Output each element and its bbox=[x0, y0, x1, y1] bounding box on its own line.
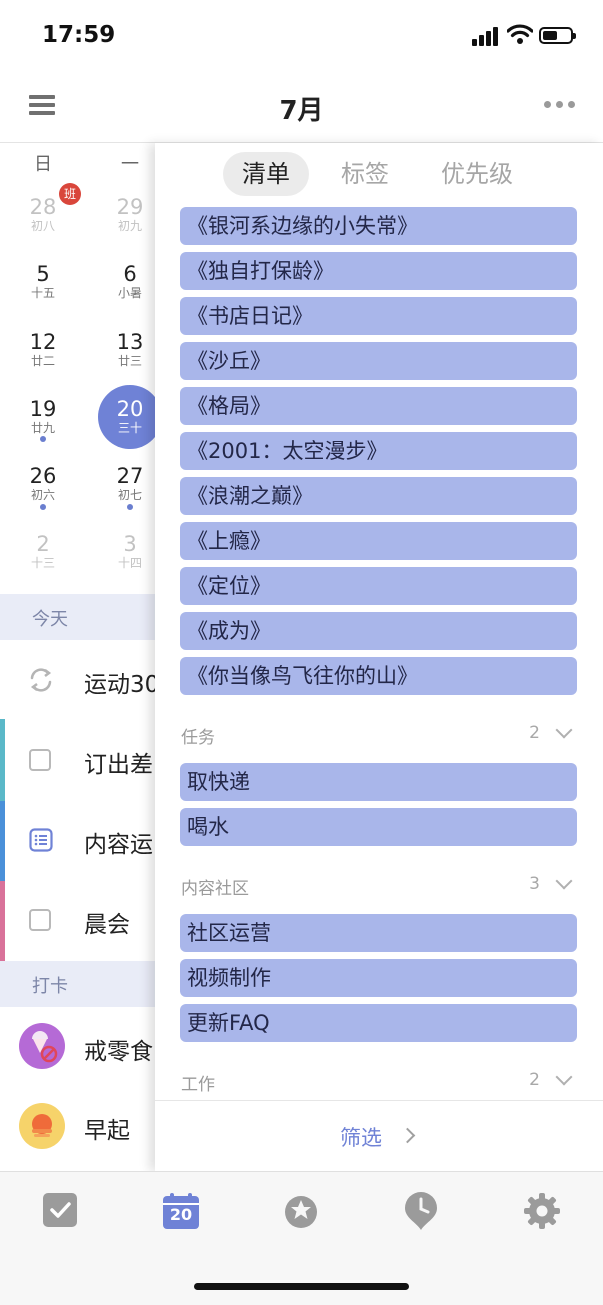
list-chip[interactable]: 《书店日记》 bbox=[180, 297, 577, 335]
section-header-habits: 打卡 bbox=[0, 961, 155, 1007]
weekday-mon: 一 bbox=[121, 154, 139, 175]
segment-priority[interactable]: 优先级 bbox=[426, 152, 528, 196]
calendar-day-selected[interactable]: 20 三十 bbox=[100, 397, 160, 436]
cellular-signal-icon bbox=[472, 26, 502, 46]
calendar-day[interactable]: 29 初九 bbox=[100, 195, 160, 234]
list-chip[interactable]: 更新FAQ bbox=[180, 1004, 577, 1042]
list-chip[interactable]: 《独自打保龄》 bbox=[180, 252, 577, 290]
list-chip[interactable]: 喝水 bbox=[180, 808, 577, 846]
tab-settings-icon[interactable] bbox=[524, 1193, 560, 1229]
list-color-bar bbox=[0, 719, 5, 801]
battery-icon bbox=[539, 27, 576, 44]
tab-habit-icon[interactable] bbox=[282, 1191, 320, 1229]
calendar-day[interactable]: 5 十五 bbox=[13, 262, 73, 301]
segment-tags[interactable]: 标签 bbox=[323, 152, 407, 196]
group-count: 3 bbox=[529, 874, 540, 894]
event-dot bbox=[40, 436, 46, 442]
section-header-today: 今天 bbox=[0, 594, 155, 640]
group-name[interactable]: 工作 bbox=[181, 1070, 215, 1095]
list-chip[interactable]: 《2001：太空漫步》 bbox=[180, 432, 577, 470]
list-chip[interactable]: 《上瘾》 bbox=[180, 522, 577, 560]
tab-tasks-icon[interactable] bbox=[43, 1193, 77, 1227]
calendar-day[interactable]: 2 十三 bbox=[13, 532, 73, 571]
task-title[interactable]: 晨会 bbox=[84, 905, 155, 939]
group-name[interactable]: 任务 bbox=[181, 723, 215, 748]
no-snack-icon[interactable] bbox=[19, 1023, 65, 1069]
tab-calendar-icon[interactable]: 20 bbox=[163, 1193, 199, 1229]
group-count: 2 bbox=[529, 1070, 540, 1090]
group-count: 2 bbox=[529, 723, 540, 743]
list-color-bar bbox=[0, 801, 5, 881]
more-icon[interactable] bbox=[544, 101, 576, 109]
group-name[interactable]: 内容社区 bbox=[181, 874, 249, 899]
list-color-bar bbox=[0, 881, 5, 961]
list-note-icon bbox=[29, 828, 53, 852]
calendar-day[interactable]: 26 初六 bbox=[13, 464, 73, 503]
calendar-day[interactable]: 13 廿三 bbox=[100, 330, 160, 369]
task-checkbox[interactable] bbox=[29, 749, 51, 771]
filter-divider bbox=[155, 1100, 603, 1101]
calendar-day[interactable]: 27 初七 bbox=[100, 464, 160, 503]
tab-focus-icon[interactable] bbox=[404, 1191, 438, 1231]
weekday-sun: 日 bbox=[34, 154, 52, 175]
workday-badge: 班 bbox=[59, 183, 81, 205]
list-chip[interactable]: 《你当像鸟飞往你的山》 bbox=[180, 657, 577, 695]
task-title[interactable]: 内容运 bbox=[84, 825, 155, 859]
status-time: 17:59 bbox=[42, 22, 116, 48]
list-chip[interactable]: 《沙丘》 bbox=[180, 342, 577, 380]
event-dot bbox=[40, 504, 46, 510]
habit-title[interactable]: 戒零食 bbox=[84, 1032, 155, 1066]
list-chip[interactable]: 《成为》 bbox=[180, 612, 577, 650]
sunrise-icon[interactable] bbox=[19, 1103, 65, 1149]
list-chip[interactable]: 《定位》 bbox=[180, 567, 577, 605]
segment-lists[interactable]: 清单 bbox=[223, 152, 309, 196]
task-title[interactable]: 运动30 bbox=[84, 665, 155, 699]
calendar-day[interactable]: 3 十四 bbox=[100, 532, 160, 571]
calendar-day[interactable]: 12 廿二 bbox=[13, 330, 73, 369]
repeat-icon bbox=[30, 668, 52, 692]
list-chip[interactable]: 取快递 bbox=[180, 763, 577, 801]
list-chip[interactable]: 《银河系边缘的小失常》 bbox=[180, 207, 577, 245]
filter-button[interactable]: 筛选 bbox=[340, 1122, 382, 1152]
wifi-icon bbox=[507, 24, 533, 44]
home-indicator bbox=[194, 1283, 409, 1290]
list-chip[interactable]: 社区运营 bbox=[180, 914, 577, 952]
page-title[interactable]: 7月 bbox=[0, 90, 603, 127]
list-chip[interactable]: 《格局》 bbox=[180, 387, 577, 425]
event-dot bbox=[127, 504, 133, 510]
tab-calendar-day: 20 bbox=[169, 1205, 193, 1224]
list-chip[interactable]: 《浪潮之巅》 bbox=[180, 477, 577, 515]
task-checkbox[interactable] bbox=[29, 909, 51, 931]
list-chip[interactable]: 视频制作 bbox=[180, 959, 577, 997]
calendar-day[interactable]: 19 廿九 bbox=[13, 397, 73, 436]
habit-title[interactable]: 早起 bbox=[84, 1111, 155, 1145]
calendar-day[interactable]: 6 小暑 bbox=[100, 262, 160, 301]
task-title[interactable]: 订出差 bbox=[84, 745, 155, 779]
